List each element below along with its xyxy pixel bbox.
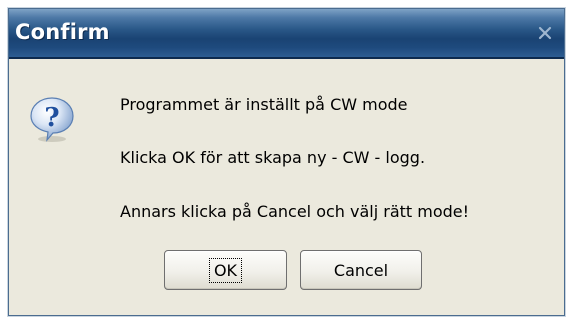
svg-text:?: ? (44, 103, 59, 133)
close-icon[interactable] (536, 24, 554, 42)
message-line-3: Annars klicka på Cancel och välj rätt mo… (120, 202, 470, 221)
cancel-button-label: Cancel (333, 260, 389, 280)
ok-button[interactable]: OK (164, 250, 287, 290)
cancel-button[interactable]: Cancel (300, 250, 422, 290)
message-line-1: Programmet är inställt på CW mode (120, 95, 408, 114)
question-icon: ? (30, 97, 74, 142)
title-bar[interactable]: Confirm (9, 9, 564, 59)
confirm-dialog: Confirm ? Programmet är inställt på CW m… (8, 8, 565, 316)
dialog-content: ? Programmet är inställt på CW mode Klic… (9, 59, 564, 315)
message-line-2: Klicka OK för att skapa ny - CW - logg. (120, 148, 426, 167)
ok-button-label: OK (208, 257, 243, 283)
dialog-title: Confirm (15, 20, 110, 44)
